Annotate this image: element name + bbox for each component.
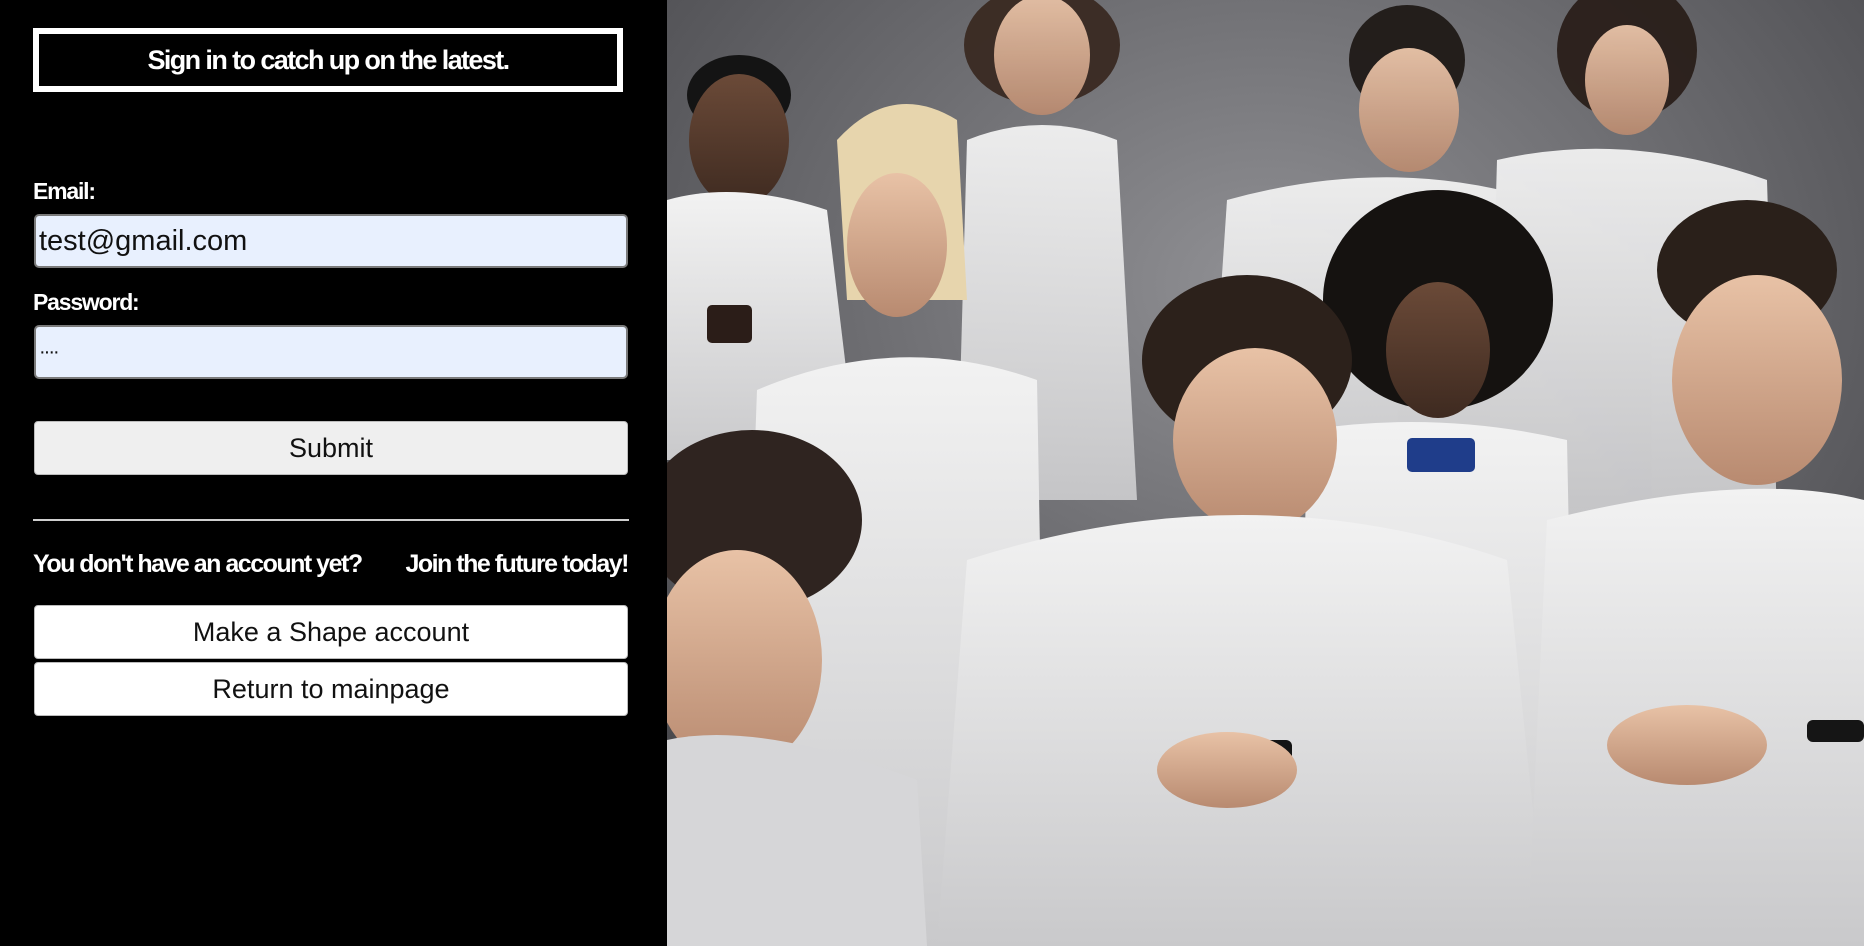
email-field[interactable] [34,214,628,268]
people-with-phones-image [667,0,1864,946]
divider [33,519,629,521]
signin-title: Sign in to catch up on the latest. [147,44,510,75]
return-mainpage-button[interactable]: Return to mainpage [34,662,628,716]
hero-photo [667,0,1864,946]
submit-button[interactable]: Submit [34,421,628,475]
signin-panel: Sign in to catch up on the latest. Email… [0,0,667,946]
make-account-button[interactable]: Make a Shape account [34,605,628,659]
no-account-text: You don't have an account yet? [33,550,363,578]
signin-title-box: Sign in to catch up on the latest. [33,28,623,92]
password-label: Password: [33,289,140,315]
login-page: Sign in to catch up on the latest. Email… [0,0,1864,946]
password-field[interactable]: ···· [34,325,628,379]
join-text: Join the future today! [405,550,629,578]
email-label: Email: [33,178,96,204]
